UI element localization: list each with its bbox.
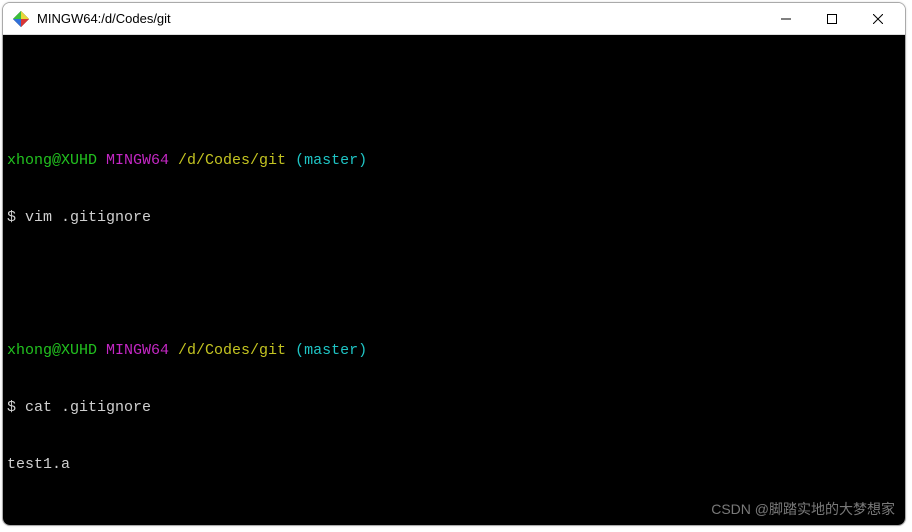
command-line: $ vim .gitignore — [7, 208, 901, 227]
prompt-sys: MINGW64 — [97, 152, 178, 169]
minimize-button[interactable] — [763, 3, 809, 35]
command-line: $ cat .gitignore — [7, 398, 901, 417]
terminal-viewport[interactable]: xhong@XUHD MINGW64 /d/Codes/git (master)… — [3, 35, 905, 525]
prompt-sys: MINGW64 — [97, 342, 178, 359]
empty-line — [7, 265, 901, 284]
close-button[interactable] — [855, 3, 901, 35]
terminal-window: MINGW64:/d/Codes/git xhong@XUHD MINGW64 … — [2, 2, 906, 526]
prompt-userhost: xhong@XUHD — [7, 342, 97, 359]
prompt-branch: (master) — [286, 152, 367, 169]
empty-line — [7, 512, 901, 525]
output-line: test1.a — [7, 455, 901, 474]
prompt-path: /d/Codes/git — [178, 152, 286, 169]
app-icon — [13, 11, 29, 27]
prompt-line: xhong@XUHD MINGW64 /d/Codes/git (master) — [7, 341, 901, 360]
prompt-line: xhong@XUHD MINGW64 /d/Codes/git (master) — [7, 151, 901, 170]
titlebar: MINGW64:/d/Codes/git — [3, 3, 905, 35]
prompt-branch: (master) — [286, 342, 367, 359]
maximize-button[interactable] — [809, 3, 855, 35]
prompt-userhost: xhong@XUHD — [7, 152, 97, 169]
prompt-path: /d/Codes/git — [178, 342, 286, 359]
empty-line — [7, 75, 901, 94]
window-title: MINGW64:/d/Codes/git — [37, 11, 171, 26]
